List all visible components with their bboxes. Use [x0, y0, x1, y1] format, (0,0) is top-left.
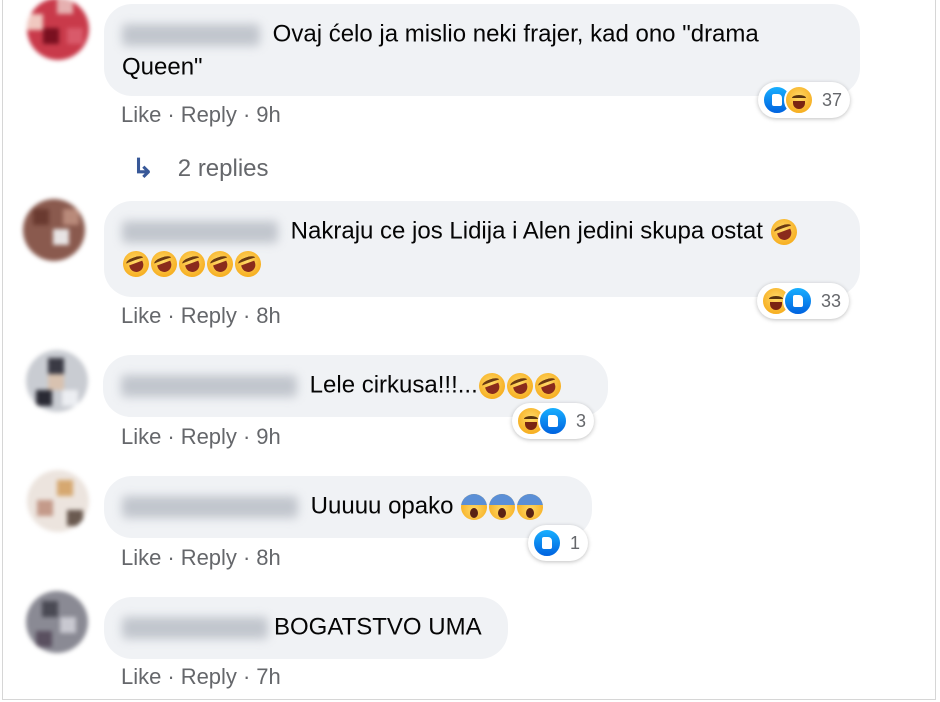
- reaction-count: 37: [822, 89, 843, 110]
- separator: ·: [242, 545, 251, 570]
- reaction-summary[interactable]: 1: [528, 525, 589, 561]
- timestamp[interactable]: 9h: [256, 102, 280, 127]
- reaction-summary[interactable]: 33: [757, 283, 850, 319]
- separator: ·: [167, 664, 175, 689]
- author-name[interactable]: [122, 220, 278, 243]
- rofl-emoji-icon: [475, 368, 509, 403]
- comment-text: BOGATSTVO UMA: [274, 613, 482, 641]
- reply-button[interactable]: Reply: [181, 664, 237, 689]
- separator: ·: [242, 303, 251, 328]
- reaction-count: 1: [570, 532, 581, 553]
- rofl-emoji-icon: [119, 247, 153, 281]
- like-button[interactable]: Like: [121, 424, 161, 449]
- comment-bubble: Ovaj ćelo ja mislio neki frajer, kad ono…: [104, 4, 860, 96]
- reaction-summary[interactable]: 3: [512, 403, 595, 439]
- like-button[interactable]: Like: [121, 102, 161, 127]
- reaction-count: 33: [821, 290, 842, 311]
- comment-actions: Like · Reply · 9h: [121, 424, 281, 450]
- author-name[interactable]: [121, 374, 297, 397]
- comment-actions: Like · Reply · 8h: [121, 545, 281, 571]
- comment-text-line2: Queen": [122, 53, 203, 81]
- comment-text: Nakraju ce jos Lidija i Alen jedini skup…: [290, 217, 763, 245]
- reaction-summary[interactable]: 37: [758, 82, 851, 118]
- reply-button[interactable]: Reply: [181, 102, 237, 127]
- avatar[interactable]: [26, 591, 88, 653]
- comment-actions: Like · Reply · 7h: [121, 664, 281, 690]
- like-reaction-icon: [532, 528, 562, 558]
- separator: ·: [242, 424, 251, 449]
- replies-label[interactable]: 2 replies: [178, 155, 269, 183]
- comment-text-line1: Ovaj ćelo ja mislio neki frajer, kad ono…: [272, 20, 759, 48]
- reply-arrow-icon: ↳: [132, 153, 154, 183]
- rofl-emoji-icon: [175, 247, 209, 281]
- separator: ·: [167, 424, 175, 449]
- comment-actions: Like · Reply · 8h: [121, 303, 281, 329]
- timestamp[interactable]: 9h: [256, 424, 280, 449]
- like-reaction-icon: [538, 406, 568, 436]
- avatar[interactable]: [27, 470, 89, 532]
- separator: ·: [242, 102, 251, 127]
- screaming-face-emoji-icon: [461, 493, 488, 520]
- author-name[interactable]: [122, 23, 260, 46]
- separator: ·: [167, 303, 175, 328]
- haha-reaction-icon: [784, 85, 814, 115]
- view-replies-link[interactable]: ↳ 2 replies: [132, 153, 269, 184]
- reply-button[interactable]: Reply: [181, 303, 237, 328]
- like-button[interactable]: Like: [121, 664, 161, 689]
- timestamp[interactable]: 8h: [256, 545, 280, 570]
- reply-button[interactable]: Reply: [181, 424, 237, 449]
- reply-button[interactable]: Reply: [181, 545, 237, 570]
- avatar[interactable]: [26, 350, 88, 412]
- rofl-emoji-icon: [503, 368, 537, 403]
- timestamp[interactable]: 8h: [256, 303, 280, 328]
- like-button[interactable]: Like: [121, 303, 161, 328]
- rofl-emoji-icon: [531, 368, 565, 403]
- screaming-face-emoji-icon: [489, 493, 516, 520]
- rofl-emoji-icon: [231, 247, 265, 281]
- comment-text: Uuuuu opako: [310, 492, 454, 520]
- separator: ·: [242, 664, 251, 689]
- comment-bubble: Nakraju ce jos Lidija i Alen jedini skup…: [104, 201, 860, 297]
- author-name[interactable]: [122, 495, 298, 518]
- rofl-emoji-icon: [203, 247, 237, 281]
- avatar[interactable]: [27, 0, 89, 60]
- separator: ·: [167, 545, 175, 570]
- like-reaction-icon: [783, 286, 813, 316]
- comment-bubble: BOGATSTVO UMA: [104, 597, 508, 659]
- comment-actions: Like · Reply · 9h: [121, 102, 281, 128]
- avatar[interactable]: [23, 199, 85, 261]
- timestamp[interactable]: 7h: [256, 664, 280, 689]
- like-button[interactable]: Like: [121, 545, 161, 570]
- comment-bubble: Uuuuu opako: [104, 476, 592, 538]
- rofl-emoji-icon: [766, 214, 801, 249]
- screaming-face-emoji-icon: [517, 493, 544, 520]
- comment-text: Lele cirkusa!!!...: [309, 371, 478, 399]
- author-name[interactable]: [122, 616, 268, 639]
- reaction-count: 3: [576, 410, 587, 431]
- rofl-emoji-icon: [147, 247, 181, 281]
- separator: ·: [167, 102, 175, 127]
